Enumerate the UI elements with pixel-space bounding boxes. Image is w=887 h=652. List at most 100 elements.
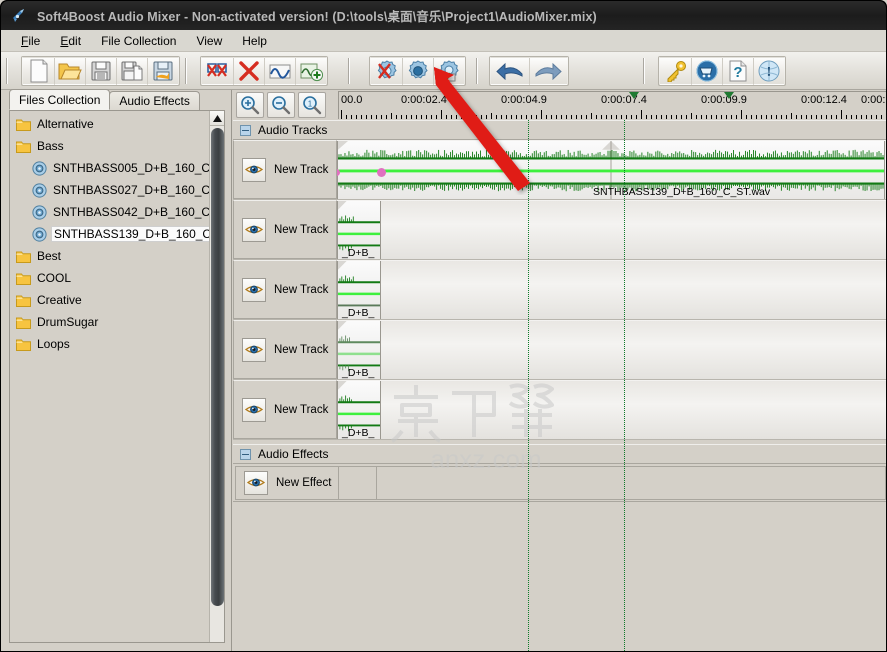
clip-label: SNTHBASS139_D+B_160_C_ST.wav [593, 186, 771, 198]
delete-button[interactable] [233, 56, 264, 85]
effect-column-2[interactable] [377, 465, 886, 500]
audio-clip[interactable]: _D+B_ [337, 201, 381, 259]
menu-file-collection[interactable]: File Collection [91, 31, 186, 51]
menu-edit[interactable]: Edit [50, 31, 91, 51]
eye-icon[interactable] [242, 277, 266, 302]
tab-files-collection[interactable]: Files Collection [9, 89, 111, 110]
eye-icon[interactable] [242, 157, 266, 182]
menu-help[interactable]: Help [232, 31, 277, 51]
track-header[interactable]: New Track [233, 200, 337, 259]
register-button[interactable] [660, 56, 691, 85]
zoom-out-button[interactable] [267, 92, 295, 118]
audio-clip[interactable]: SNTHBASS139_D+B_160_C_ST.wav [337, 141, 885, 199]
ruler-label: 0:00:02.4 [401, 94, 447, 106]
menu-view[interactable]: View [186, 31, 232, 51]
files-tree-scrollbar[interactable] [209, 111, 224, 642]
title-bar[interactable]: Soft4Boost Audio Mixer - Non-activated v… [0, 0, 887, 30]
tree-item-label: SNTHBASS027_D+B_160_C_ST [53, 183, 225, 197]
track-header[interactable]: New Track [233, 380, 337, 439]
folder-icon [16, 316, 31, 329]
track-row[interactable]: New Track [233, 260, 886, 320]
eye-icon[interactable] [242, 217, 266, 242]
effect-column-1[interactable] [339, 465, 377, 500]
tree-item-best[interactable]: Best [10, 245, 208, 267]
tree-item-creative[interactable]: Creative [10, 289, 208, 311]
ruler-ticks [339, 109, 886, 119]
buy-button[interactable] [691, 56, 722, 85]
audio-tracks-section-header[interactable]: Audio Tracks [233, 120, 886, 140]
undo-button[interactable] [491, 56, 529, 85]
audio-clip[interactable]: _D+B_ [337, 261, 381, 319]
tree-item-label: DrumSugar [37, 315, 99, 329]
svg-text:!: ! [766, 65, 771, 80]
track-row[interactable]: New Track [233, 380, 886, 440]
timeline-empty-area[interactable] [233, 502, 886, 651]
scrollbar-thumb[interactable] [211, 128, 224, 606]
window-title: Soft4Boost Audio Mixer - Non-activated v… [37, 10, 597, 24]
audio-clip[interactable]: _D+B_ [337, 381, 381, 439]
track-lane[interactable]: _D+B_ [337, 260, 886, 319]
effect-header[interactable]: New Effect [235, 465, 339, 500]
tree-item-label: SNTHBASS042_D+B_160_C_ST [53, 205, 225, 219]
eye-icon[interactable] [242, 397, 266, 422]
collapse-icon[interactable] [240, 448, 251, 460]
playhead-marker-2[interactable] [724, 92, 734, 99]
svg-text:1: 1 [308, 100, 313, 109]
scroll-up-arrow-icon[interactable] [210, 111, 224, 126]
folder-icon [16, 294, 31, 307]
track-row[interactable]: New Track [233, 320, 886, 380]
edit-curve-button[interactable] [264, 56, 295, 85]
folder-icon [16, 140, 31, 153]
effect-settings-button[interactable] [402, 56, 433, 85]
zoom-fit-button[interactable]: 1 [298, 92, 326, 118]
effect-row[interactable]: New Effect [233, 464, 886, 502]
timeline-ruler[interactable]: 00.0 0:00:02.4 0:00:04.9 0:00:07.4 0:00:… [338, 91, 886, 119]
track-row[interactable]: New Track [233, 200, 886, 260]
apply-effect-button[interactable] [433, 56, 464, 85]
export-button[interactable] [147, 56, 178, 85]
tab-audio-effects[interactable]: Audio Effects [109, 91, 200, 110]
tree-item-bass[interactable]: Bass [10, 135, 208, 157]
add-track-button[interactable] [295, 56, 326, 85]
audio-effects-section-header[interactable]: Audio Effects [233, 444, 886, 464]
tree-item-snthbass139[interactable]: SNTHBASS139_D+B_160_C_ST [10, 223, 224, 245]
tree-item-alternative[interactable]: Alternative [10, 113, 208, 135]
collapse-icon[interactable] [240, 124, 251, 136]
section-label: Audio Tracks [258, 123, 328, 137]
clip-marker-point[interactable] [377, 168, 386, 177]
tree-item-drumsugar[interactable]: DrumSugar [10, 311, 208, 333]
toolbar-file-group [21, 55, 180, 86]
ruler-label: 00.0 [341, 94, 363, 106]
track-lane[interactable]: _D+B_ [337, 320, 886, 379]
tree-item-cool[interactable]: COOL [10, 267, 208, 289]
open-project-button[interactable] [54, 56, 85, 85]
tree-item-snthbass005[interactable]: SNTHBASS005_D+B_160_C_ST [10, 157, 224, 179]
zoom-in-button[interactable] [236, 92, 264, 118]
track-header[interactable]: New Track [233, 140, 337, 199]
menu-file[interactable]: FFileile [11, 31, 50, 51]
save-project-button[interactable] [85, 56, 116, 85]
help-button[interactable]: ? [722, 56, 753, 85]
folder-icon [16, 338, 31, 351]
tree-item-snthbass042[interactable]: SNTHBASS042_D+B_160_C_ST [10, 201, 224, 223]
redo-button[interactable] [529, 56, 567, 85]
track-lane[interactable]: SNTHBASS139_D+B_160_C_ST.wav [337, 140, 886, 199]
about-button[interactable]: ! [753, 56, 784, 85]
eye-icon[interactable] [242, 337, 266, 362]
eye-icon[interactable] [244, 470, 268, 495]
ruler-label: 0:00:14.9 [861, 94, 886, 106]
tree-item-loops[interactable]: Loops [10, 333, 208, 355]
audio-clip[interactable]: _D+B_ [337, 321, 381, 379]
track-row[interactable]: New Track [233, 140, 886, 200]
track-lane[interactable]: _D+B_ [337, 380, 886, 439]
tree-item-snthbass027[interactable]: SNTHBASS027_D+B_160_C_ST [10, 179, 224, 201]
remove-effect-button[interactable] [371, 56, 402, 85]
audio-file-icon [32, 160, 47, 176]
playhead-marker[interactable] [629, 92, 639, 99]
save-as-button[interactable] [116, 56, 147, 85]
new-project-button[interactable] [23, 56, 54, 85]
track-header[interactable]: New Track [233, 260, 337, 319]
delete-all-button[interactable] [202, 56, 233, 85]
track-lane[interactable]: _D+B_ [337, 200, 886, 259]
track-header[interactable]: New Track [233, 320, 337, 379]
